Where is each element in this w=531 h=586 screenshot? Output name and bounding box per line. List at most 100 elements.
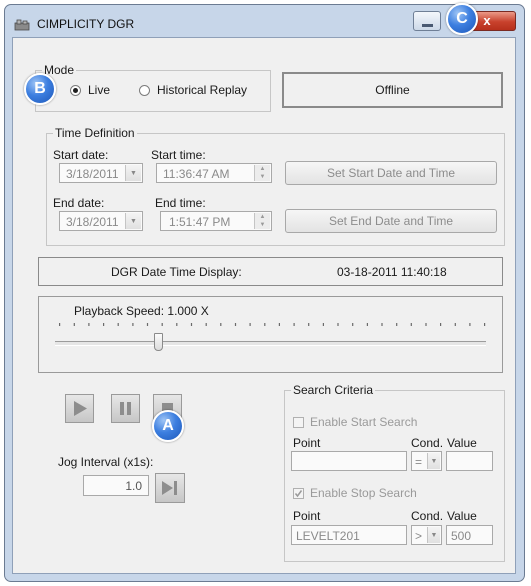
jog-interval-label: Jog Interval (x1s): [58, 455, 154, 469]
start-point-label: Point [293, 436, 321, 450]
slider-tick [469, 323, 471, 326]
end-date-label: End date: [53, 196, 105, 210]
slider-tick [73, 323, 75, 326]
end-date-picker[interactable]: 3/18/2011 ▼ [59, 211, 143, 231]
start-point-input[interactable] [291, 451, 407, 471]
date-time-display-value: 03-18-2011 11:40:18 [337, 265, 447, 279]
callout-c: C [446, 3, 478, 35]
app-window: CIMPLICITY DGR x Mode Live Historical Re… [4, 4, 525, 582]
start-time-label: Start time: [151, 148, 206, 162]
window-title: CIMPLICITY DGR [37, 17, 135, 31]
spin-down-icon[interactable]: ▼ [255, 173, 270, 181]
enable-start-search-checkbox[interactable] [293, 417, 304, 428]
slider-tick [410, 323, 412, 326]
slider-tick [381, 323, 383, 326]
slider-tick [484, 323, 486, 326]
start-date-picker[interactable]: 3/18/2011 ▼ [59, 163, 143, 183]
minimize-button[interactable] [413, 11, 441, 31]
slider-tick [278, 323, 280, 326]
client-area: Mode Live Historical Replay Offline Time… [12, 37, 516, 574]
date-time-display-label: DGR Date Time Display: [111, 265, 242, 279]
chevron-down-icon[interactable]: ▼ [125, 165, 141, 181]
slider-tick [220, 323, 222, 326]
end-time-label: End time: [155, 196, 206, 210]
slider-tick [190, 323, 193, 326]
slider-tick [366, 323, 368, 326]
live-radio-label[interactable]: Live [88, 83, 110, 97]
slider-tick [161, 323, 163, 326]
slider-tick [440, 323, 442, 326]
slider-tick [132, 323, 134, 326]
live-radio[interactable] [70, 85, 81, 96]
playback-panel: Playback Speed: 1.000 X [38, 296, 503, 373]
enable-start-search-label[interactable]: Enable Start Search [310, 415, 417, 429]
slider-tick [337, 323, 339, 326]
start-value-label: Value [447, 436, 477, 450]
minimize-icon [422, 24, 433, 27]
chevron-down-icon[interactable]: ▼ [427, 527, 440, 543]
start-cond-dropdown[interactable]: = ▼ [411, 451, 442, 471]
date-time-display-panel: DGR Date Time Display: 03-18-2011 11:40:… [38, 257, 503, 286]
spin-up-icon[interactable]: ▲ [255, 165, 270, 173]
connection-status: Offline [375, 83, 410, 97]
status-panel: Offline [282, 72, 503, 108]
slider-tick [396, 323, 398, 326]
jog-interval-input[interactable]: 1.0 [83, 475, 149, 496]
search-criteria-group: Search Criteria Enable Start Search Poin… [284, 383, 505, 562]
spin-up-icon[interactable]: ▲ [255, 213, 270, 221]
mode-group: Mode Live Historical Replay [35, 63, 271, 112]
start-value-input[interactable] [446, 451, 493, 471]
pause-button[interactable] [111, 394, 140, 423]
step-forward-icon [162, 481, 177, 495]
slider-thumb[interactable] [154, 333, 164, 351]
callout-b: B [24, 73, 56, 105]
historical-replay-label[interactable]: Historical Replay [157, 83, 247, 97]
start-time-spinner[interactable]: ▲ ▼ [254, 165, 270, 181]
chevron-down-icon[interactable]: ▼ [427, 453, 440, 469]
slider-tick [234, 323, 237, 326]
check-icon [294, 490, 303, 498]
slider-tick [322, 323, 324, 326]
playback-speed-label: Playback Speed: 1.000 X [74, 304, 209, 318]
set-start-button[interactable]: Set Start Date and Time [285, 161, 497, 185]
slider-tick [59, 323, 61, 326]
stop-cond-dropdown[interactable]: > ▼ [411, 525, 442, 545]
historical-replay-radio[interactable] [139, 85, 150, 96]
slider-tick [293, 323, 295, 326]
jog-step-button[interactable] [155, 473, 185, 503]
end-time-spinner[interactable]: ▲ ▼ [254, 213, 270, 229]
start-time-input[interactable]: 11:36:47 AM ▲ ▼ [156, 163, 272, 183]
stop-point-label: Point [293, 509, 321, 523]
chevron-down-icon[interactable]: ▼ [125, 213, 141, 229]
start-cond-label: Cond. [411, 436, 444, 450]
play-button[interactable] [65, 394, 94, 423]
enable-stop-search-label[interactable]: Enable Stop Search [310, 486, 417, 500]
slider-track [55, 341, 486, 346]
stop-cond-label: Cond. [411, 509, 444, 523]
slider-ticks [59, 323, 486, 326]
slider-tick [352, 323, 354, 326]
slider-tick [146, 323, 149, 326]
slider-tick [117, 323, 119, 326]
slider-tick [88, 323, 90, 326]
play-icon [74, 401, 87, 416]
enable-stop-search-checkbox[interactable] [293, 488, 304, 499]
slider-tick [425, 323, 427, 326]
stop-value-label: Value [447, 509, 477, 523]
set-end-button[interactable]: Set End Date and Time [285, 209, 497, 233]
slider-tick [454, 323, 456, 326]
search-criteria-label: Search Criteria [291, 383, 376, 397]
slider-tick [176, 323, 178, 326]
time-definition-label: Time Definition [53, 126, 137, 140]
end-time-input[interactable]: 1:51:47 PM ▲ ▼ [160, 211, 272, 231]
close-icon: x [483, 13, 491, 28]
slider-tick [249, 323, 251, 326]
slider-tick [264, 323, 266, 326]
stop-point-input[interactable]: LEVELT201 [291, 525, 407, 545]
stop-value-input[interactable]: 500 [446, 525, 493, 545]
slider-tick [103, 323, 105, 326]
app-icon [14, 19, 30, 31]
spin-down-icon[interactable]: ▼ [255, 221, 270, 229]
playback-speed-slider[interactable] [51, 321, 492, 351]
pause-icon [120, 402, 131, 415]
